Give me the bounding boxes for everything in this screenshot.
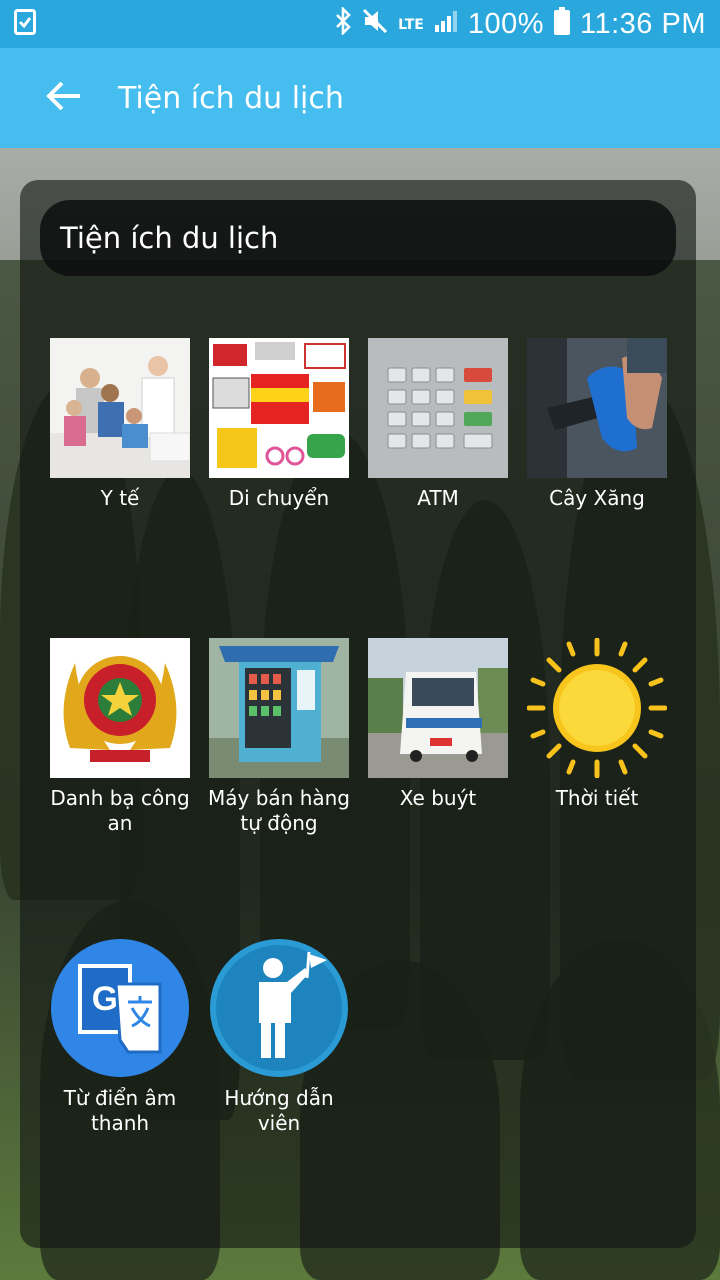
tile-label: Từ điển âm thanh xyxy=(63,1086,177,1135)
tile-label: Y tế xyxy=(100,486,140,510)
battery-icon xyxy=(554,6,571,42)
tile-label: Máy bán hàng tự động xyxy=(208,786,350,835)
status-bar: LTE 100% 11:36 PM xyxy=(0,0,720,48)
tile-vending-machine[interactable]: Máy bán hàng tự động xyxy=(208,638,350,836)
signal-icon xyxy=(434,9,458,40)
panel-title: Tiện ích du lịch xyxy=(60,221,279,255)
tile-label: Cây Xăng xyxy=(549,486,645,510)
sun-icon xyxy=(527,638,667,778)
network-label: LTE xyxy=(398,16,424,33)
battery-percentage: 100% xyxy=(467,7,545,40)
arrow-left-icon xyxy=(46,80,82,116)
tile-label: Thời tiết xyxy=(555,786,639,810)
medical-family-image xyxy=(50,338,190,478)
fuel-nozzle-image xyxy=(527,338,667,478)
bus-image xyxy=(368,638,508,778)
tile-label: Di chuyển xyxy=(228,486,330,510)
tile-label: ATM xyxy=(417,486,459,510)
tile-tour-guide[interactable]: Hướng dẫn viên xyxy=(209,938,349,1136)
tile-gas-station[interactable]: Cây Xăng xyxy=(527,338,667,511)
back-button[interactable] xyxy=(34,68,94,128)
police-emblem-image xyxy=(50,638,190,778)
tile-police-directory[interactable]: Danh bạ công an xyxy=(50,638,190,836)
clock: 11:36 PM xyxy=(580,7,706,40)
atm-keypad-image xyxy=(368,338,508,478)
bluetooth-icon xyxy=(334,5,352,42)
panel-header: Tiện ích du lịch xyxy=(40,200,676,276)
mute-icon xyxy=(362,8,388,41)
tile-transport[interactable]: Di chuyển xyxy=(209,338,349,511)
vending-machine-image xyxy=(209,638,349,778)
utilities-panel: Tiện ích du lịch Y tế Di chuyển ATM Cây … xyxy=(20,180,696,1248)
tile-audio-dictionary[interactable]: G Từ điển âm thanh xyxy=(50,938,190,1136)
tile-bus[interactable]: Xe buýt xyxy=(368,638,508,811)
tile-atm[interactable]: ATM xyxy=(368,338,508,511)
tile-medical[interactable]: Y tế xyxy=(50,338,190,511)
translate-icon: G xyxy=(50,938,190,1078)
tile-weather[interactable]: Thời tiết xyxy=(527,638,667,811)
app-bar: Tiện ích du lịch xyxy=(0,48,720,148)
tile-label: Xe buýt xyxy=(399,786,477,810)
tile-label: Hướng dẫn viên xyxy=(224,1086,334,1135)
svg-text:G: G xyxy=(92,980,118,1018)
checklist-icon xyxy=(14,9,36,39)
page-title: Tiện ích du lịch xyxy=(118,80,344,116)
vehicles-image xyxy=(209,338,349,478)
tile-label: Danh bạ công an xyxy=(50,786,190,835)
tour-guide-icon xyxy=(209,938,349,1078)
